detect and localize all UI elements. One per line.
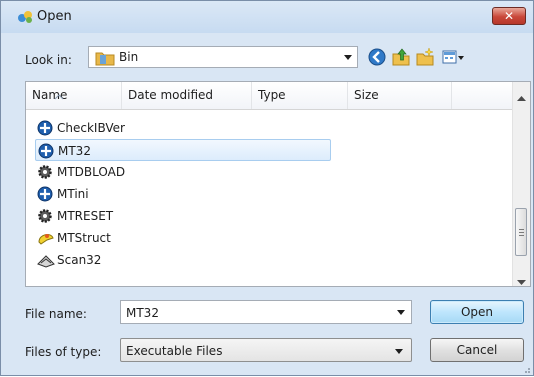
dialog-app-icon: [17, 9, 33, 23]
column-header-row: Name Date modified Type Size: [26, 82, 514, 110]
item-name: MTDBLOAD: [57, 165, 126, 179]
list-item[interactable]: MTini: [35, 183, 331, 205]
close-button[interactable]: ✕: [492, 7, 526, 25]
title-bar: Open ✕: [1, 1, 533, 33]
scroll-down-icon[interactable]: [517, 274, 526, 286]
chevron-down-icon[interactable]: [341, 49, 355, 65]
dialog-title: Open: [37, 9, 72, 24]
column-header-date-modified[interactable]: Date modified: [122, 82, 252, 109]
globe-app-icon: [38, 143, 56, 159]
column-type-label: Type: [258, 88, 286, 102]
close-icon: ✕: [503, 9, 515, 23]
chevron-down-icon[interactable]: [397, 310, 405, 315]
column-header-size[interactable]: Size: [348, 82, 452, 109]
look-in-label: Look in:: [25, 53, 72, 67]
folder-icon: [95, 50, 115, 69]
item-name: CheckIBVer: [57, 121, 125, 135]
file-name-label: File name:: [25, 307, 87, 321]
item-name: MT32: [58, 144, 91, 158]
gear-app-icon: [37, 208, 55, 224]
column-size-label: Size: [354, 88, 379, 102]
look-in-combobox[interactable]: Bin: [88, 46, 358, 68]
files-of-type-value: Executable Files: [126, 344, 223, 358]
list-item[interactable]: CheckIBVer: [35, 117, 331, 139]
views-menu-icon[interactable]: [441, 47, 465, 67]
resize-grip-icon[interactable]: [521, 363, 531, 373]
column-header-name[interactable]: Name: [26, 82, 122, 109]
new-folder-icon[interactable]: [415, 47, 435, 67]
list-item[interactable]: MTDBLOAD: [35, 161, 331, 183]
back-icon[interactable]: [367, 47, 387, 67]
files-of-type-select[interactable]: Executable Files: [120, 338, 412, 362]
yellow-app-icon: [37, 230, 55, 246]
scrollbar-thumb[interactable]: [515, 208, 527, 256]
look-in-value: Bin: [119, 50, 139, 64]
files-of-type-label: Files of type:: [25, 345, 102, 359]
list-item[interactable]: MTRESET: [35, 205, 331, 227]
item-name: MTini: [57, 187, 89, 201]
gear-app-icon: [37, 164, 55, 180]
column-header-type[interactable]: Type: [252, 82, 348, 109]
list-item[interactable]: MTStruct: [35, 227, 331, 249]
list-item[interactable]: Scan32: [35, 249, 331, 271]
globe-app-icon: [37, 120, 55, 136]
file-name-value: MT32: [126, 306, 159, 320]
open-dialog: Open ✕ Look in: Bin Name Date modified T…: [0, 0, 534, 376]
open-button[interactable]: Open: [430, 300, 524, 324]
globe-app-icon: [37, 186, 55, 202]
column-date-label: Date modified: [128, 88, 214, 102]
cancel-button[interactable]: Cancel: [430, 338, 524, 362]
chevron-down-icon[interactable]: [395, 349, 403, 354]
item-name: Scan32: [57, 253, 102, 267]
item-name: MTStruct: [57, 231, 111, 245]
list-item-selected[interactable]: MT32: [35, 139, 331, 161]
sort-ascending-icon: [54, 83, 64, 100]
item-name: MTRESET: [57, 209, 114, 223]
file-name-input[interactable]: MT32: [120, 300, 412, 324]
file-list-view[interactable]: Name Date modified Type Size CheckIBVer: [25, 81, 531, 287]
scanner-icon: [37, 252, 55, 268]
scroll-up-icon[interactable]: [517, 90, 526, 104]
vertical-scrollbar[interactable]: [512, 82, 530, 286]
up-folder-icon[interactable]: [391, 47, 411, 67]
